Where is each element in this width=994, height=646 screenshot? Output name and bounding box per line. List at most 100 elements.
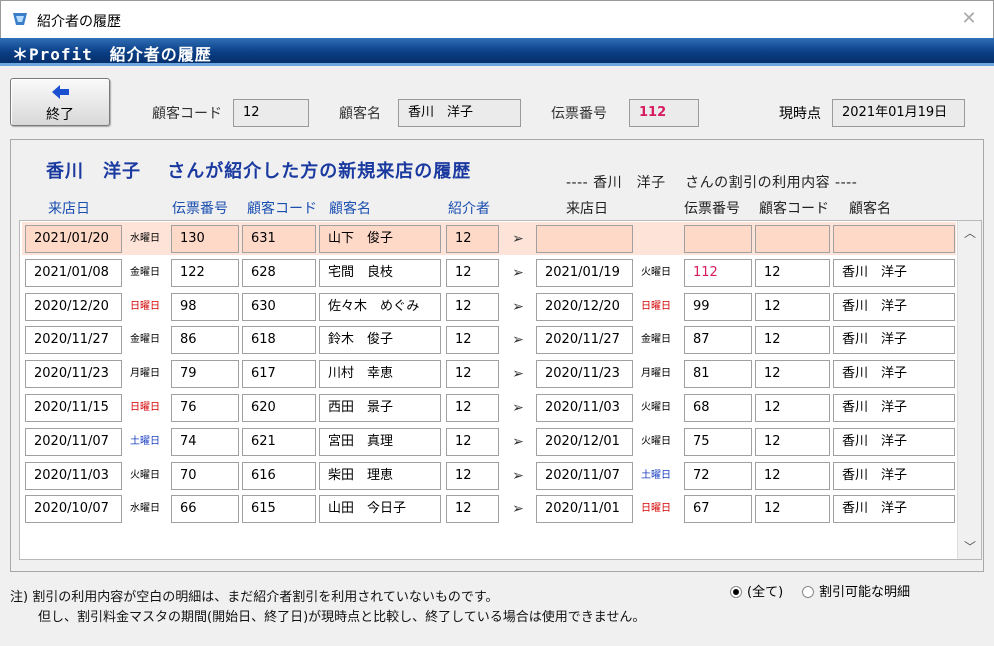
table-row[interactable]: 2020/12/20 日曜日 98 630 佐々木 めぐみ 12 ➢ 2020/12/20 日曜… [22, 290, 956, 323]
table-row[interactable]: 2020/11/27 金曜日 86 618 鈴木 俊子 12 ➢ 2020/11/27 金曜日 8… [22, 323, 956, 356]
scroll-up-icon[interactable]: ︿ [958, 223, 981, 243]
introducer-cell[interactable]: 12 [446, 394, 499, 422]
visit-date-cell[interactable]: 2020/10/07 [25, 495, 122, 524]
r-visit-date-cell[interactable]: 2020/12/01 [536, 427, 633, 456]
r-customer-code-cell[interactable]: 12 [755, 292, 830, 321]
customer-name-cell[interactable]: 宅間 良枝 [319, 258, 441, 287]
introducer-cell[interactable]: 12 [446, 292, 499, 321]
customer-code-cell[interactable]: 620 [242, 394, 316, 422]
slip-no-cell[interactable]: 66 [171, 495, 239, 524]
visit-date-cell[interactable]: 2021/01/08 [25, 258, 122, 287]
r-customer-name-cell[interactable]: 香川 洋子 [833, 292, 955, 321]
introducer-cell[interactable]: 12 [446, 225, 499, 253]
visit-date-cell[interactable]: 2020/11/23 [25, 360, 122, 389]
r-visit-date-cell[interactable]: 2020/12/20 [536, 292, 633, 321]
r-customer-code-cell[interactable]: 12 [755, 461, 830, 490]
visit-date-cell[interactable]: 2020/12/20 [25, 292, 122, 321]
customer-name-cell[interactable]: 川村 幸恵 [319, 360, 441, 389]
exit-button[interactable]: 終了 [10, 78, 110, 126]
customer-code-cell[interactable]: 618 [242, 326, 316, 355]
table-row[interactable]: 2021/01/20 水曜日 130 631 山下 俊子 12 ➢ [22, 222, 956, 255]
r-visit-date-cell[interactable] [536, 225, 633, 253]
customer-name-cell[interactable]: 佐々木 めぐみ [319, 292, 441, 321]
vertical-scrollbar[interactable]: ︿ ﹀ [957, 221, 981, 559]
link-arrow-icon: ➢ [512, 433, 524, 450]
r-customer-name-cell[interactable]: 香川 洋子 [833, 427, 955, 456]
r-slip-no-cell[interactable]: 75 [684, 427, 752, 456]
r-visit-date-cell[interactable]: 2021/01/19 [536, 258, 633, 287]
table-row[interactable]: 2020/11/03 火曜日 70 616 柴田 理恵 12 ➢ 2020/11/07 土曜日 7… [22, 459, 956, 492]
r-slip-no-cell[interactable]: 81 [684, 360, 752, 389]
introducer-cell[interactable]: 12 [446, 427, 499, 456]
r-customer-name-cell[interactable]: 香川 洋子 [833, 394, 955, 422]
r-customer-code-cell[interactable] [755, 225, 830, 253]
customer-name-cell[interactable]: 柴田 理恵 [319, 461, 441, 490]
r-slip-no-cell[interactable]: 99 [684, 292, 752, 321]
window-title: 紹介者の履歴 [37, 14, 121, 30]
r-customer-name-cell[interactable] [833, 225, 955, 253]
slip-no-cell[interactable]: 98 [171, 292, 239, 321]
customer-code-cell[interactable]: 616 [242, 461, 316, 490]
customer-name-cell[interactable]: 山下 俊子 [319, 225, 441, 253]
r-visit-date-cell[interactable]: 2020/11/03 [536, 394, 633, 422]
r-visit-date-cell[interactable]: 2020/11/07 [536, 461, 633, 490]
r-day-of-week-label: 日曜日 [641, 300, 671, 312]
customer-code-cell[interactable]: 615 [242, 495, 316, 524]
visit-date-cell[interactable]: 2020/11/15 [25, 394, 122, 422]
table-row[interactable]: 2021/01/08 金曜日 122 628 宅間 良枝 12 ➢ 2021/01/19 火曜日… [22, 256, 956, 289]
customer-name-cell[interactable]: 山田 今日子 [319, 495, 441, 524]
scroll-down-icon[interactable]: ﹀ [958, 537, 981, 557]
r-customer-name-cell[interactable]: 香川 洋子 [833, 461, 955, 490]
r-customer-code-cell[interactable]: 12 [755, 360, 830, 389]
customer-name-cell[interactable]: 鈴木 俊子 [319, 326, 441, 355]
r-slip-no-cell[interactable]: 67 [684, 495, 752, 524]
r-visit-date-cell[interactable]: 2020/11/23 [536, 360, 633, 389]
slip-no-cell[interactable]: 76 [171, 394, 239, 422]
slip-no-cell[interactable]: 74 [171, 427, 239, 456]
r-slip-no-cell[interactable]: 87 [684, 326, 752, 355]
r-customer-code-cell[interactable]: 12 [755, 495, 830, 524]
r-customer-code-cell[interactable]: 12 [755, 326, 830, 355]
slip-no-cell[interactable]: 70 [171, 461, 239, 490]
r-customer-name-cell[interactable]: 香川 洋子 [833, 360, 955, 389]
r-customer-code-cell[interactable]: 12 [755, 258, 830, 287]
r-customer-code-cell[interactable]: 12 [755, 394, 830, 422]
r-customer-name-cell[interactable]: 香川 洋子 [833, 326, 955, 355]
visit-date-cell[interactable]: 2020/11/27 [25, 326, 122, 355]
r-slip-no-cell[interactable]: 112 [684, 258, 752, 287]
customer-code-cell[interactable]: 631 [242, 225, 316, 253]
r-slip-no-cell[interactable]: 68 [684, 394, 752, 422]
r-slip-no-cell[interactable]: 72 [684, 461, 752, 490]
table-row[interactable]: 2020/10/07 水曜日 66 615 山田 今日子 12 ➢ 2020/11/01 日曜日… [22, 492, 956, 525]
customer-name-cell[interactable]: 西田 景子 [319, 394, 441, 422]
introducer-cell[interactable]: 12 [446, 495, 499, 524]
introducer-cell[interactable]: 12 [446, 461, 499, 490]
slip-no-cell[interactable]: 86 [171, 326, 239, 355]
slip-no-cell[interactable]: 122 [171, 258, 239, 287]
customer-code-cell[interactable]: 628 [242, 258, 316, 287]
customer-code-cell[interactable]: 617 [242, 360, 316, 389]
filter-discountable-radio[interactable]: 割引可能な明細 [802, 581, 910, 600]
table-row[interactable]: 2020/11/23 月曜日 79 617 川村 幸恵 12 ➢ 2020/11/23 月曜日 8… [22, 357, 956, 390]
r-customer-name-cell[interactable]: 香川 洋子 [833, 495, 955, 524]
slip-no-cell[interactable]: 79 [171, 360, 239, 389]
introducer-cell[interactable]: 12 [446, 326, 499, 355]
slip-no-cell[interactable]: 130 [171, 225, 239, 253]
filter-all-radio[interactable]: (全て) [730, 581, 783, 600]
customer-code-cell[interactable]: 621 [242, 427, 316, 456]
r-customer-name-cell[interactable]: 香川 洋子 [833, 258, 955, 287]
customer-code-cell[interactable]: 630 [242, 292, 316, 321]
r-visit-date-cell[interactable]: 2020/11/01 [536, 495, 633, 524]
visit-date-cell[interactable]: 2020/11/03 [25, 461, 122, 490]
customer-name-cell[interactable]: 宮田 真理 [319, 427, 441, 456]
close-icon[interactable]: ✕ [957, 7, 981, 31]
visit-date-cell[interactable]: 2020/11/07 [25, 427, 122, 456]
introducer-cell[interactable]: 12 [446, 360, 499, 389]
table-row[interactable]: 2020/11/07 土曜日 74 621 宮田 真理 12 ➢ 2020/12/01 火曜日 7… [22, 425, 956, 458]
visit-date-cell[interactable]: 2021/01/20 [25, 225, 122, 253]
table-row[interactable]: 2020/11/15 日曜日 76 620 西田 景子 12 ➢ 2020/11/03 火曜日 6… [22, 391, 956, 424]
introducer-cell[interactable]: 12 [446, 258, 499, 287]
r-slip-no-cell[interactable] [684, 225, 752, 253]
r-visit-date-cell[interactable]: 2020/11/27 [536, 326, 633, 355]
r-customer-code-cell[interactable]: 12 [755, 427, 830, 456]
